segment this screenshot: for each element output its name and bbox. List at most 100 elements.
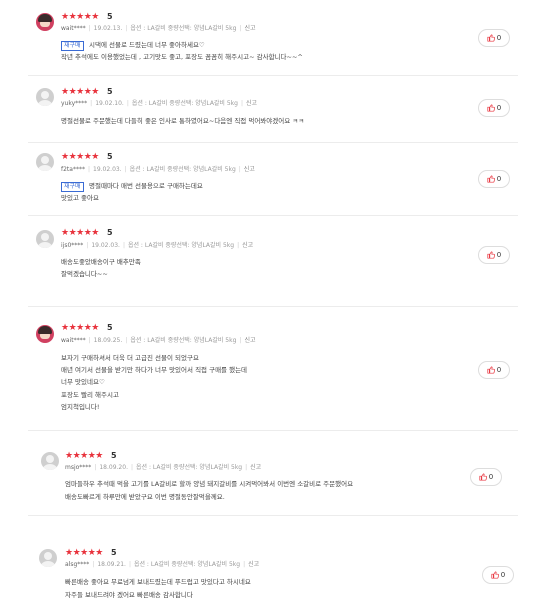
rating-score: 5: [107, 152, 113, 161]
review-text-line: 배송도빠르게 하루만에 받았구요 이번 명절동안잘먹을께요.: [65, 493, 225, 501]
like-count: 0: [500, 571, 506, 579]
rating-score: 5: [111, 451, 117, 460]
like-button[interactable]: 0: [478, 246, 510, 264]
reviewer-nickname: wait****: [61, 337, 86, 344]
review-option: 옵션 : LA갈비 중량선택: 양념LA갈비 5kg: [136, 464, 243, 471]
review-date: 18.09.21.: [97, 561, 126, 568]
avatar: [39, 549, 57, 567]
report-link[interactable]: 신고: [244, 337, 255, 344]
reviewer-nickname: alsg****: [65, 561, 90, 568]
review-option: 옵션 : LA갈비 중량선택: 양념LA갈비 5kg: [133, 561, 241, 568]
star-rating: ★★★★★: [65, 451, 103, 461]
review-meta: wait**** | 19.02.13. | 옵션 : LA갈비 중량선택: 양념LA갈…: [61, 25, 256, 32]
thumbs-up-icon: [487, 251, 495, 259]
review-text-line: 명절때마다 매번 선물용으로 구매하는데요: [89, 182, 203, 190]
report-link[interactable]: 신고: [244, 25, 255, 32]
avatar: [36, 88, 54, 106]
review-date: 18.09.20.: [99, 464, 128, 471]
report-link[interactable]: 신고: [246, 100, 257, 107]
reviewer-nickname: yuky****: [61, 100, 88, 107]
review-meta: ijs0**** | 19.02.03. | 옵션 : LA갈비 중량선택: 양념LA갈…: [61, 242, 254, 249]
divider: [28, 430, 518, 431]
review-option: 옵션 : LA갈비 중량선택: 양념LA갈비 5kg: [131, 100, 238, 107]
review-date: 18.09.25.: [93, 337, 123, 344]
like-count: 0: [496, 34, 502, 42]
rating-score: 5: [107, 87, 113, 96]
repurchase-badge: 재구매: [61, 182, 84, 192]
avatar: [36, 13, 54, 31]
like-button[interactable]: 0: [470, 468, 502, 486]
divider: [28, 306, 518, 307]
review-meta: wait**** | 18.09.25. | 옵션 : LA갈비 중량선택: 양념LA갈…: [61, 337, 256, 344]
like-count: 0: [496, 251, 502, 259]
repurchase-badge: 재구매: [61, 41, 84, 51]
review-text-line: 빠른배송 좋아요 무료넘게 보내드렸는데 푸드럽고 맛있다고 하시네요: [65, 578, 251, 586]
reviewer-nickname: msjo****: [65, 464, 92, 471]
divider: [28, 515, 518, 516]
review-date: 19.02.03.: [91, 242, 120, 249]
review-text-line: 명절선물로 주문했는데 다들히 좋은 인사로 통하였어요~다음엔 직접 먹어봐야…: [61, 117, 305, 125]
reviewer-nickname: f2ta****: [61, 166, 85, 173]
review-text-line: 엄마들하우 추석때 먹을 고기를 LA갈비로 할까 양념 돼지갈비를 시켜먹어봐…: [65, 480, 354, 488]
review-text-line: 배송도좋았배송이구 배추만족: [61, 258, 141, 266]
review-option: 옵션 : LA갈비 중량선택: 양념LA갈비 5kg: [130, 337, 237, 344]
review-text-line: 너무 맛있네요♡: [61, 378, 105, 386]
like-count: 0: [496, 175, 502, 183]
star-rating: ★★★★★: [61, 228, 99, 238]
review-meta: msjo**** | 18.09.20. | 옵션 : LA갈비 중량선택: 양념LA갈…: [65, 464, 262, 471]
like-count: 0: [496, 366, 502, 374]
avatar: [41, 452, 59, 470]
divider: [28, 75, 518, 76]
review-option: 옵션 : LA갈비 중량선택: 양념LA갈비 5kg: [127, 242, 235, 249]
review-text-line: 작년 추석에도 이용했었는데 , 고기맛도 좋고, 포장도 꼼꼼히 해주시고~ …: [61, 53, 303, 61]
reviewer-nickname: ijs0****: [61, 242, 84, 249]
avatar: [36, 153, 54, 171]
thumbs-up-icon: [491, 571, 499, 579]
rating-score: 5: [107, 323, 113, 332]
report-link[interactable]: 신고: [248, 561, 259, 568]
review-date: 19.02.10.: [95, 100, 124, 107]
like-button[interactable]: 0: [478, 99, 510, 117]
like-button[interactable]: 0: [478, 170, 510, 188]
review-text-line: 엄지척입니다!: [61, 403, 100, 411]
like-count: 0: [488, 473, 494, 481]
review-meta: alsg**** | 18.09.21. | 옵션 : LA갈비 중량선택: 양념LA갈…: [65, 561, 260, 568]
thumbs-up-icon: [487, 366, 495, 374]
divider: [28, 142, 518, 143]
like-count: 0: [496, 104, 502, 112]
report-link[interactable]: 신고: [242, 242, 253, 249]
thumbs-up-icon: [487, 175, 495, 183]
review-text-line: 포장도 빨리 해주시고: [61, 391, 119, 399]
thumbs-up-icon: [487, 34, 495, 42]
reviewer-nickname: wait****: [61, 25, 86, 32]
report-link[interactable]: 신고: [250, 464, 261, 471]
report-link[interactable]: 신고: [244, 166, 255, 173]
avatar: [36, 325, 54, 343]
star-rating: ★★★★★: [61, 323, 99, 333]
rating-score: 5: [111, 548, 117, 557]
review-text-line: 시댁에 선물로 드렸는데 너무 좋아하세요♡: [89, 41, 205, 49]
review-text-line: 보자기 구매하셔서 더욱 더 고급진 선물이 되었구요: [61, 354, 199, 362]
review-text-line: 매년 여기서 선물을 받기만 하다가 너무 맛있어서 직접 구매를 했는데: [61, 366, 248, 374]
thumbs-up-icon: [479, 473, 487, 481]
like-button[interactable]: 0: [482, 566, 514, 584]
star-rating: ★★★★★: [61, 12, 99, 22]
thumbs-up-icon: [487, 104, 495, 112]
review-text-line: 잘먹겠습니다~~: [61, 270, 108, 278]
review-date: 19.02.03.: [93, 166, 122, 173]
like-button[interactable]: 0: [478, 361, 510, 379]
review-date: 19.02.13.: [93, 25, 123, 32]
rating-score: 5: [107, 228, 113, 237]
avatar: [36, 230, 54, 248]
review-meta: f2ta**** | 19.02.03. | 옵션 : LA갈비 중량선택: 양념LA갈…: [61, 166, 255, 173]
star-rating: ★★★★★: [61, 87, 99, 97]
divider: [28, 215, 518, 216]
like-button[interactable]: 0: [478, 29, 510, 47]
star-rating: ★★★★★: [65, 548, 103, 558]
review-option: 옵션 : LA갈비 중량선택: 양념LA갈비 5kg: [130, 25, 237, 32]
review-meta: yuky**** | 19.02.10. | 옵션 : LA갈비 중량선택: 양념LA갈…: [61, 100, 258, 107]
rating-score: 5: [107, 12, 113, 21]
review-text-line: 자주들 보내드려야 겠어요 빠른배송 감사합니다: [65, 591, 193, 599]
review-text-line: 맛있고 좋아요: [61, 194, 99, 202]
star-rating: ★★★★★: [61, 152, 99, 162]
